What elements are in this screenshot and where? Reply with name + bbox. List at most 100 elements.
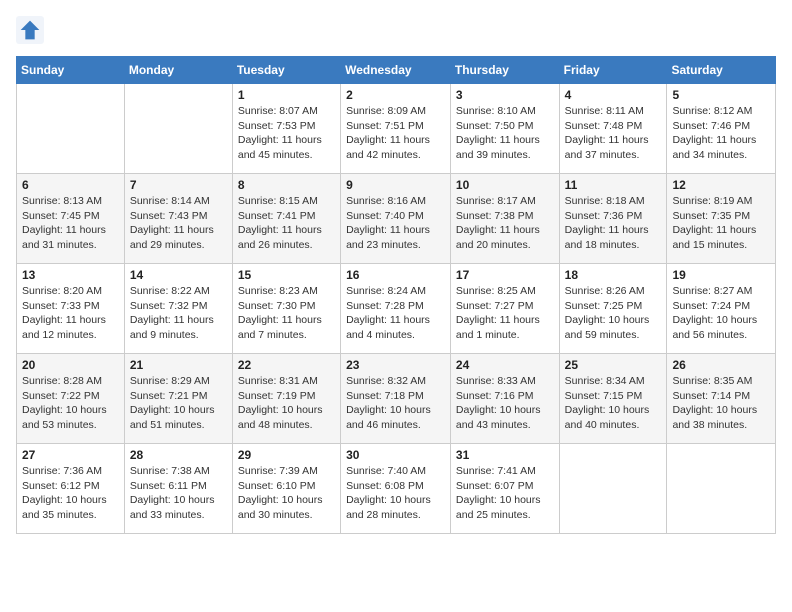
day-number: 17 xyxy=(456,268,554,282)
calendar-cell: 23 Sunrise: 8:32 AMSunset: 7:18 PMDayligh… xyxy=(341,354,451,444)
day-number: 9 xyxy=(346,178,445,192)
day-number: 19 xyxy=(672,268,770,282)
day-info: Sunrise: 8:11 AMSunset: 7:48 PMDaylight:… xyxy=(565,104,662,163)
calendar-cell: 27 Sunrise: 7:36 AMSunset: 6:12 PMDayligh… xyxy=(17,444,125,534)
calendar-cell: 4 Sunrise: 8:11 AMSunset: 7:48 PMDaylight… xyxy=(559,84,667,174)
day-info: Sunrise: 8:16 AMSunset: 7:40 PMDaylight:… xyxy=(346,194,445,253)
calendar-cell: 10 Sunrise: 8:17 AMSunset: 7:38 PMDayligh… xyxy=(450,174,559,264)
calendar-cell: 13 Sunrise: 8:20 AMSunset: 7:33 PMDayligh… xyxy=(17,264,125,354)
day-number: 8 xyxy=(238,178,335,192)
calendar-cell: 14Sunrise: 8:22 AMSunset: 7:32 PMDayligh… xyxy=(124,264,232,354)
calendar-cell: 29Sunrise: 7:39 AMSunset: 6:10 PMDayligh… xyxy=(232,444,340,534)
calendar-cell xyxy=(17,84,125,174)
day-number: 14 xyxy=(130,268,227,282)
header-wednesday: Wednesday xyxy=(341,57,451,84)
logo xyxy=(16,16,48,44)
day-info: Sunrise: 8:10 AMSunset: 7:50 PMDaylight:… xyxy=(456,104,554,163)
calendar-cell: 7Sunrise: 8:14 AMSunset: 7:43 PMDaylight… xyxy=(124,174,232,264)
day-number: 5 xyxy=(672,88,770,102)
calendar-cell xyxy=(667,444,776,534)
day-info: Sunrise: 8:34 AMSunset: 7:15 PMDaylight:… xyxy=(565,374,662,433)
header-friday: Friday xyxy=(559,57,667,84)
calendar-cell: 12 Sunrise: 8:19 AMSunset: 7:35 PMDayligh… xyxy=(667,174,776,264)
calendar-cell: 2 Sunrise: 8:09 AMSunset: 7:51 PMDaylight… xyxy=(341,84,451,174)
calendar-cell: 1 Sunrise: 8:07 AMSunset: 7:53 PMDaylight… xyxy=(232,84,340,174)
header-monday: Monday xyxy=(124,57,232,84)
day-info: Sunrise: 8:24 AMSunset: 7:28 PMDaylight:… xyxy=(346,284,445,343)
calendar-week-4: 20 Sunrise: 8:28 AMSunset: 7:22 PMDayligh… xyxy=(17,354,776,444)
logo-icon xyxy=(16,16,44,44)
calendar-cell: 6 Sunrise: 8:13 AMSunset: 7:45 PMDaylight… xyxy=(17,174,125,264)
day-info: Sunrise: 8:27 AMSunset: 7:24 PMDaylight:… xyxy=(672,284,770,343)
day-info: Sunrise: 8:29 AMSunset: 7:21 PMDaylight:… xyxy=(130,374,227,433)
day-number: 24 xyxy=(456,358,554,372)
calendar-cell: 5 Sunrise: 8:12 AMSunset: 7:46 PMDaylight… xyxy=(667,84,776,174)
day-number: 26 xyxy=(672,358,770,372)
calendar-cell: 8 Sunrise: 8:15 AMSunset: 7:41 PMDaylight… xyxy=(232,174,340,264)
calendar-cell: 21 Sunrise: 8:29 AMSunset: 7:21 PMDayligh… xyxy=(124,354,232,444)
page-header xyxy=(16,16,776,44)
day-info: Sunrise: 8:35 AMSunset: 7:14 PMDaylight:… xyxy=(672,374,770,433)
day-number: 25 xyxy=(565,358,662,372)
day-number: 18 xyxy=(565,268,662,282)
day-number: 6 xyxy=(22,178,119,192)
day-info: Sunrise: 8:20 AMSunset: 7:33 PMDaylight:… xyxy=(22,284,119,343)
day-info: Sunrise: 8:07 AMSunset: 7:53 PMDaylight:… xyxy=(238,104,335,163)
day-info: Sunrise: 8:23 AMSunset: 7:30 PMDaylight:… xyxy=(238,284,335,343)
day-number: 10 xyxy=(456,178,554,192)
calendar-header-row: SundayMondayTuesdayWednesdayThursdayFrid… xyxy=(17,57,776,84)
calendar-cell: 25 Sunrise: 8:34 AMSunset: 7:15 PMDayligh… xyxy=(559,354,667,444)
day-info: Sunrise: 8:31 AMSunset: 7:19 PMDaylight:… xyxy=(238,374,335,433)
day-info: Sunrise: 8:15 AMSunset: 7:41 PMDaylight:… xyxy=(238,194,335,253)
calendar-table: SundayMondayTuesdayWednesdayThursdayFrid… xyxy=(16,56,776,534)
calendar-cell: 20 Sunrise: 8:28 AMSunset: 7:22 PMDayligh… xyxy=(17,354,125,444)
day-number: 28 xyxy=(130,448,227,462)
day-info: Sunrise: 7:41 AMSunset: 6:07 PMDaylight:… xyxy=(456,464,554,523)
day-info: Sunrise: 7:40 AMSunset: 6:08 PMDaylight:… xyxy=(346,464,445,523)
day-number: 2 xyxy=(346,88,445,102)
day-info: Sunrise: 8:32 AMSunset: 7:18 PMDaylight:… xyxy=(346,374,445,433)
calendar-cell: 24 Sunrise: 8:33 AMSunset: 7:16 PMDayligh… xyxy=(450,354,559,444)
calendar-cell: 31 Sunrise: 7:41 AMSunset: 6:07 PMDayligh… xyxy=(450,444,559,534)
day-info: Sunrise: 8:19 AMSunset: 7:35 PMDaylight:… xyxy=(672,194,770,253)
day-number: 13 xyxy=(22,268,119,282)
calendar-cell: 9 Sunrise: 8:16 AMSunset: 7:40 PMDaylight… xyxy=(341,174,451,264)
day-number: 21 xyxy=(130,358,227,372)
day-number: 31 xyxy=(456,448,554,462)
calendar-cell: 15 Sunrise: 8:23 AMSunset: 7:30 PMDayligh… xyxy=(232,264,340,354)
day-number: 1 xyxy=(238,88,335,102)
day-info: Sunrise: 7:38 AMSunset: 6:11 PMDaylight:… xyxy=(130,464,227,523)
day-number: 30 xyxy=(346,448,445,462)
day-number: 29 xyxy=(238,448,335,462)
calendar-cell xyxy=(559,444,667,534)
day-info: Sunrise: 8:12 AMSunset: 7:46 PMDaylight:… xyxy=(672,104,770,163)
calendar-cell: 16Sunrise: 8:24 AMSunset: 7:28 PMDayligh… xyxy=(341,264,451,354)
day-number: 20 xyxy=(22,358,119,372)
header-thursday: Thursday xyxy=(450,57,559,84)
day-info: Sunrise: 7:36 AMSunset: 6:12 PMDaylight:… xyxy=(22,464,119,523)
calendar-cell: 30 Sunrise: 7:40 AMSunset: 6:08 PMDayligh… xyxy=(341,444,451,534)
calendar-cell xyxy=(124,84,232,174)
calendar-week-1: 1 Sunrise: 8:07 AMSunset: 7:53 PMDaylight… xyxy=(17,84,776,174)
calendar-cell: 28 Sunrise: 7:38 AMSunset: 6:11 PMDayligh… xyxy=(124,444,232,534)
day-info: Sunrise: 8:28 AMSunset: 7:22 PMDaylight:… xyxy=(22,374,119,433)
day-number: 12 xyxy=(672,178,770,192)
day-number: 3 xyxy=(456,88,554,102)
header-sunday: Sunday xyxy=(17,57,125,84)
day-info: Sunrise: 8:14 AMSunset: 7:43 PMDaylight:… xyxy=(130,194,227,253)
calendar-week-5: 27 Sunrise: 7:36 AMSunset: 6:12 PMDayligh… xyxy=(17,444,776,534)
day-number: 4 xyxy=(565,88,662,102)
calendar-cell: 11Sunrise: 8:18 AMSunset: 7:36 PMDayligh… xyxy=(559,174,667,264)
day-info: Sunrise: 8:09 AMSunset: 7:51 PMDaylight:… xyxy=(346,104,445,163)
day-number: 27 xyxy=(22,448,119,462)
day-info: Sunrise: 8:18 AMSunset: 7:36 PMDaylight:… xyxy=(565,194,662,253)
day-number: 23 xyxy=(346,358,445,372)
day-info: Sunrise: 8:13 AMSunset: 7:45 PMDaylight:… xyxy=(22,194,119,253)
day-info: Sunrise: 8:25 AMSunset: 7:27 PMDaylight:… xyxy=(456,284,554,343)
calendar-cell: 18Sunrise: 8:26 AMSunset: 7:25 PMDayligh… xyxy=(559,264,667,354)
calendar-cell: 19 Sunrise: 8:27 AMSunset: 7:24 PMDayligh… xyxy=(667,264,776,354)
calendar-cell: 26 Sunrise: 8:35 AMSunset: 7:14 PMDayligh… xyxy=(667,354,776,444)
day-number: 15 xyxy=(238,268,335,282)
day-info: Sunrise: 8:33 AMSunset: 7:16 PMDaylight:… xyxy=(456,374,554,433)
day-info: Sunrise: 8:17 AMSunset: 7:38 PMDaylight:… xyxy=(456,194,554,253)
